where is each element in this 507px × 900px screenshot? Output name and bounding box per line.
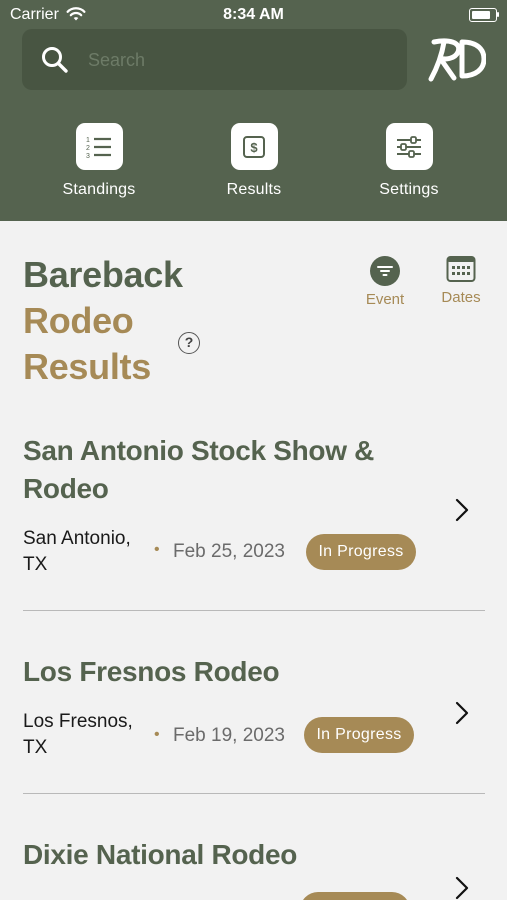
event-filter-button[interactable]: Event (360, 256, 410, 308)
nav-standings[interactable]: 1 2 3 Standings (39, 123, 159, 199)
list-item[interactable]: San Antonio Stock Show & Rodeo San Anton… (0, 430, 507, 610)
svg-text:$: $ (250, 140, 258, 155)
svg-text:2: 2 (86, 145, 90, 152)
battery-tip (497, 12, 499, 17)
divider (23, 793, 485, 794)
nav-settings[interactable]: Settings (349, 123, 469, 199)
rodeo-name: Dixie National Rodeo (23, 839, 298, 870)
nav-settings-label: Settings (379, 181, 439, 198)
list-item[interactable]: Los Fresnos Rodeo Los Fresnos, TX • Feb … (0, 650, 507, 792)
status-badge (300, 892, 410, 900)
search-bar[interactable] (22, 29, 407, 90)
dollar-icon: $ (230, 123, 278, 170)
separator-dot: • (154, 726, 160, 743)
status-bar: Carrier 8:34 AM (0, 0, 507, 30)
filter-icon (370, 256, 400, 286)
calendar-icon (435, 255, 487, 288)
rodeo-date: Feb 25, 2023 (173, 541, 285, 562)
chevron-right-icon (455, 701, 469, 730)
svg-text:1: 1 (86, 137, 90, 144)
separator-dot: • (154, 541, 160, 558)
app-logo (428, 36, 487, 82)
nav-results[interactable]: $ Results (194, 123, 314, 199)
rodeo-location: Los Fresnos, TX (23, 711, 133, 758)
app-header: Carrier 8:34 AM 1 (0, 0, 507, 221)
page-title: Bareback Rodeo Results (23, 252, 223, 390)
chevron-right-icon (455, 876, 469, 900)
dates-filter-label: Dates (441, 289, 481, 306)
divider (23, 610, 485, 611)
svg-text:3: 3 (86, 153, 90, 159)
battery-icon (469, 8, 497, 22)
status-badge: In Progress (304, 717, 414, 753)
nav-results-label: Results (226, 181, 282, 198)
list-item[interactable]: Dixie National Rodeo (0, 833, 507, 900)
sliders-icon (385, 123, 433, 170)
nav-standings-label: Standings (62, 181, 136, 198)
dates-filter-button[interactable]: Dates (435, 255, 487, 306)
search-icon (40, 45, 70, 80)
status-badge: In Progress (306, 534, 416, 570)
search-input[interactable] (86, 43, 390, 77)
list-icon: 1 2 3 (75, 123, 123, 170)
rodeo-name: Los Fresnos Rodeo (23, 656, 280, 687)
rodeo-date: Feb 19, 2023 (173, 725, 285, 746)
rodeo-location: San Antonio, TX (23, 528, 131, 575)
help-icon[interactable]: ? (178, 332, 200, 354)
chevron-right-icon (455, 498, 469, 527)
title-line-1: Bareback (23, 254, 183, 295)
event-filter-label: Event (365, 291, 405, 308)
rodeo-name: San Antonio Stock Show & Rodeo (23, 435, 375, 504)
clock: 8:34 AM (223, 6, 284, 23)
